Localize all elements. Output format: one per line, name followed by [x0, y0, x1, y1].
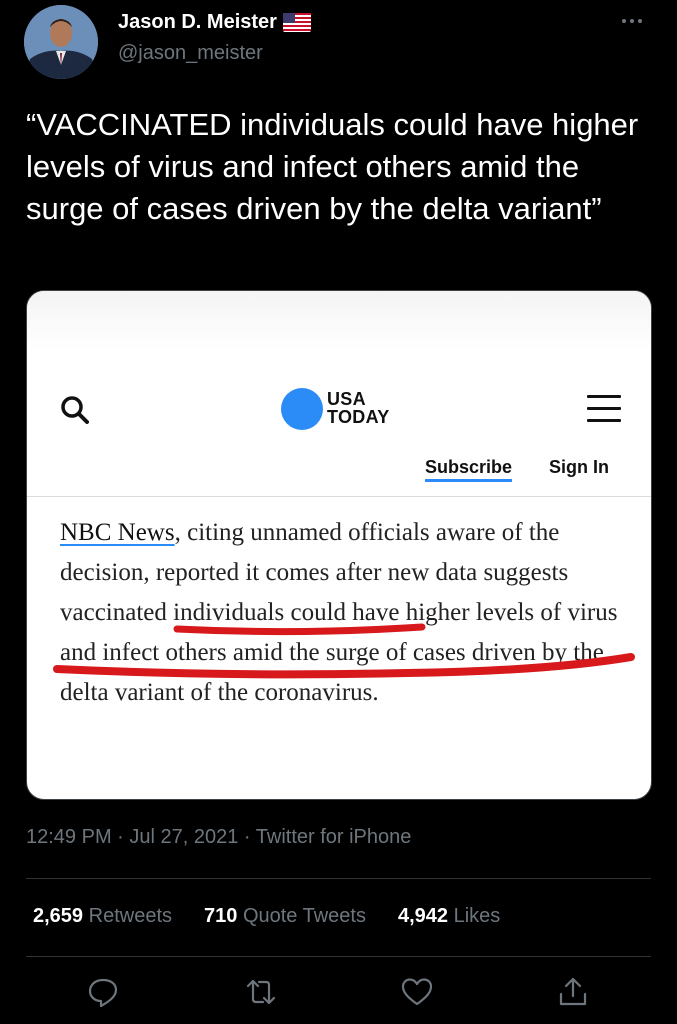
article-source-link: NBC News	[60, 519, 175, 546]
quote-tweets-stat[interactable]: 710 Quote Tweets	[204, 905, 366, 928]
quote-tweets-count: 710	[204, 905, 238, 927]
engagement-stats: 2,659 Retweets 710 Quote Tweets 4,942 Li…	[33, 905, 500, 928]
usa-today-logo-icon	[281, 388, 323, 430]
hamburger-menu-icon	[587, 395, 621, 423]
likes-label: Likes	[453, 905, 501, 927]
logo-line-2: TODAY	[327, 407, 390, 427]
action-bar	[0, 975, 677, 1015]
image-divider	[27, 496, 651, 497]
retweets-stat[interactable]: 2,659 Retweets	[33, 905, 172, 928]
avatar[interactable]	[24, 5, 98, 79]
share-icon[interactable]	[556, 975, 590, 1009]
tweet-text: “VACCINATED individuals could have highe…	[26, 107, 639, 226]
reply-icon[interactable]	[86, 975, 120, 1009]
article-body-text: , citing unnamed officials aware of the …	[60, 519, 618, 706]
like-icon[interactable]	[400, 975, 434, 1009]
tweet-timestamp[interactable]: 12:49 PM · Jul 27, 2021 · Twitter for iP…	[26, 826, 411, 849]
usa-today-logo-text: USA TODAY	[327, 390, 390, 426]
retweet-icon[interactable]	[244, 975, 278, 1009]
subscribe-link: Subscribe	[425, 457, 513, 482]
logo-line-1: USA	[327, 389, 366, 409]
divider	[26, 878, 651, 879]
likes-count: 4,942	[397, 905, 449, 927]
sign-in-link: Sign In	[549, 457, 609, 477]
likes-stat[interactable]: 4,942 Likes	[398, 905, 500, 928]
author-name-row[interactable]: Jason D. Meister	[118, 11, 311, 34]
retweets-label: Retweets	[88, 905, 172, 927]
more-options-icon[interactable]	[622, 14, 648, 28]
article-paragraph: NBC News, citing unnamed officials aware…	[60, 513, 620, 713]
author-display-name[interactable]: Jason D. Meister	[118, 11, 277, 34]
divider	[26, 956, 651, 957]
search-icon	[61, 396, 89, 424]
tweet-image[interactable]: USA TODAY Subscribe Sign In NBC News, ci…	[26, 290, 652, 800]
quote-tweets-label: Quote Tweets	[242, 905, 366, 927]
author-handle[interactable]: @jason_meister	[118, 42, 263, 65]
us-flag-icon	[282, 13, 311, 32]
retweets-count: 2,659	[33, 905, 84, 927]
image-top-area	[27, 291, 651, 351]
